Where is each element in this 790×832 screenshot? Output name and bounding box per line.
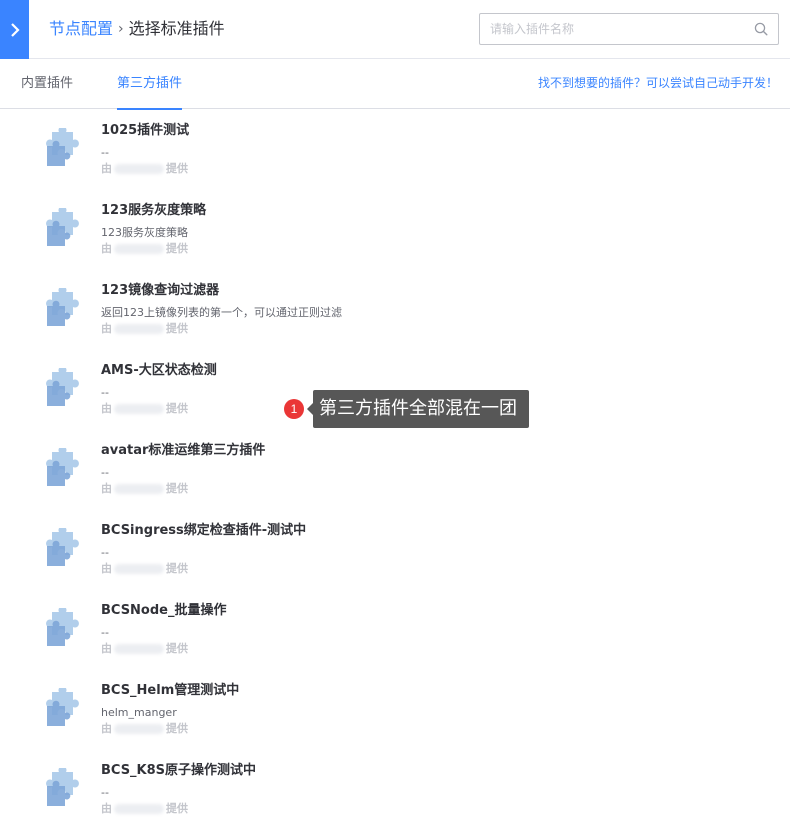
plugin-name: BCS_Helm管理测试中 [101,683,240,698]
puzzle-piece-icon [46,608,79,646]
annotation-callout: 1 第三方插件全部混在一团 [284,390,529,428]
provider-prefix: 由 [101,162,112,175]
redacted-provider-name [114,323,164,334]
annotation-number-badge: 1 [284,399,304,419]
puzzle-piece-icon [46,368,79,406]
breadcrumb-separator: › [118,21,124,37]
provider-suffix: 提供 [166,722,188,735]
search-input[interactable] [480,14,740,44]
provider-suffix: 提供 [166,242,188,255]
plugin-name: BCS_K8S原子操作测试中 [101,763,257,778]
plugin-name: avatar标准运维第三方插件 [101,443,266,458]
plugin-name: BCSingress绑定检查插件-测试中 [101,523,307,538]
puzzle-piece-icon [46,128,79,166]
plugin-list-item[interactable]: BCSNode_批量操作 -- 由 提供 [0,590,790,670]
redacted-provider-name [114,723,164,734]
puzzle-piece-icon [46,768,79,806]
plugin-provider: 由 提供 [101,561,188,576]
redacted-provider-name [114,243,164,254]
provider-prefix: 由 [101,722,112,735]
plugin-list-item[interactable]: 1025插件测试 -- 由 提供 [0,110,790,190]
plugin-name: 1025插件测试 [101,123,190,138]
provider-suffix: 提供 [166,402,188,415]
plugin-list-item[interactable]: avatar标准运维第三方插件 -- 由 提供 [0,430,790,510]
puzzle-piece-icon [46,688,79,726]
provider-suffix: 提供 [166,642,188,655]
plugin-description: -- [101,786,109,799]
redacted-provider-name [114,563,164,574]
plugin-description: 返回123上镜像列表的第一个，可以通过正则过滤 [101,306,342,319]
provider-suffix: 提供 [166,482,188,495]
plugin-provider: 由 提供 [101,401,188,416]
plugin-name: 123服务灰度策略 [101,203,207,218]
redacted-provider-name [114,643,164,654]
plugin-provider: 由 提供 [101,641,188,656]
plugin-description: 123服务灰度策略 [101,226,188,239]
redacted-provider-name [114,403,164,414]
puzzle-piece-icon [46,448,79,486]
provider-prefix: 由 [101,322,112,335]
plugin-description: helm_manger [101,706,177,719]
plugin-name: AMS-大区状态检测 [101,363,217,378]
plugin-provider: 由 提供 [101,161,188,176]
redacted-provider-name [114,803,164,814]
puzzle-piece-icon [46,528,79,566]
tab-third-party-plugins[interactable]: 第三方插件 [117,59,183,110]
develop-plugin-link[interactable]: 找不到想要的插件？可以尝试自己动手开发！ [538,59,778,107]
provider-suffix: 提供 [166,562,188,575]
provider-prefix: 由 [101,482,112,495]
tab-builtin-plugins[interactable]: 内置插件 [21,59,73,109]
back-button[interactable] [0,0,29,59]
plugin-list-item[interactable]: BCSingress绑定检查插件-测试中 -- 由 提供 [0,510,790,590]
plugin-tabs: 内置插件 第三方插件 找不到想要的插件？可以尝试自己动手开发！ [0,59,790,110]
plugin-provider: 由 提供 [101,241,188,256]
provider-suffix: 提供 [166,802,188,815]
search-box [479,13,779,45]
plugin-list: 1025插件测试 -- 由提供 123服务灰度策略 123服务灰度策略由提供 123镜像查… [0,110,790,830]
provider-prefix: 由 [101,562,112,575]
plugin-list-item[interactable]: 123镜像查询过滤器返回123上镜像列表的第一个，可以通过正则过滤由 提供 [0,270,790,350]
breadcrumb: 节点配置 › 选择标准插件 [49,17,225,41]
plugin-list-item[interactable]: BCS_Helm管理测试中 helm_manger 由 提供 [0,670,790,750]
plugin-description: -- [101,146,109,159]
redacted-provider-name [114,483,164,494]
provider-prefix: 由 [101,642,112,655]
search-icon[interactable] [754,22,768,36]
puzzle-piece-icon [46,288,79,326]
plugin-name: 123镜像查询过滤器 [101,283,220,298]
plugin-description: -- [101,466,109,479]
plugin-list-item[interactable]: BCS_K8S原子操作测试中 -- 由 提供 [0,750,790,830]
plugin-provider: 由 提供 [101,481,188,496]
provider-prefix: 由 [101,802,112,815]
puzzle-piece-icon [46,208,79,246]
plugin-provider: 由 提供 [101,721,188,736]
provider-prefix: 由 [101,242,112,255]
plugin-description: -- [101,626,109,639]
provider-suffix: 提供 [166,162,188,175]
page-header: 节点配置 › 选择标准插件 [0,0,790,59]
plugin-provider: 由 提供 [101,321,188,336]
plugin-name: BCSNode_批量操作 [101,603,227,618]
chevron-right-icon [10,22,20,37]
redacted-provider-name [114,163,164,174]
provider-suffix: 提供 [166,322,188,335]
provider-prefix: 由 [101,402,112,415]
plugin-description: -- [101,546,109,559]
plugin-description: -- [101,386,109,399]
annotation-text: 第三方插件全部混在一团 [313,390,529,428]
plugin-list-item[interactable]: 123服务灰度策略 123服务灰度策略由 提供 [0,190,790,270]
page-title: 选择标准插件 [128,19,225,38]
breadcrumb-node-config[interactable]: 节点配置 [49,17,113,41]
plugin-provider: 由 提供 [101,801,188,816]
